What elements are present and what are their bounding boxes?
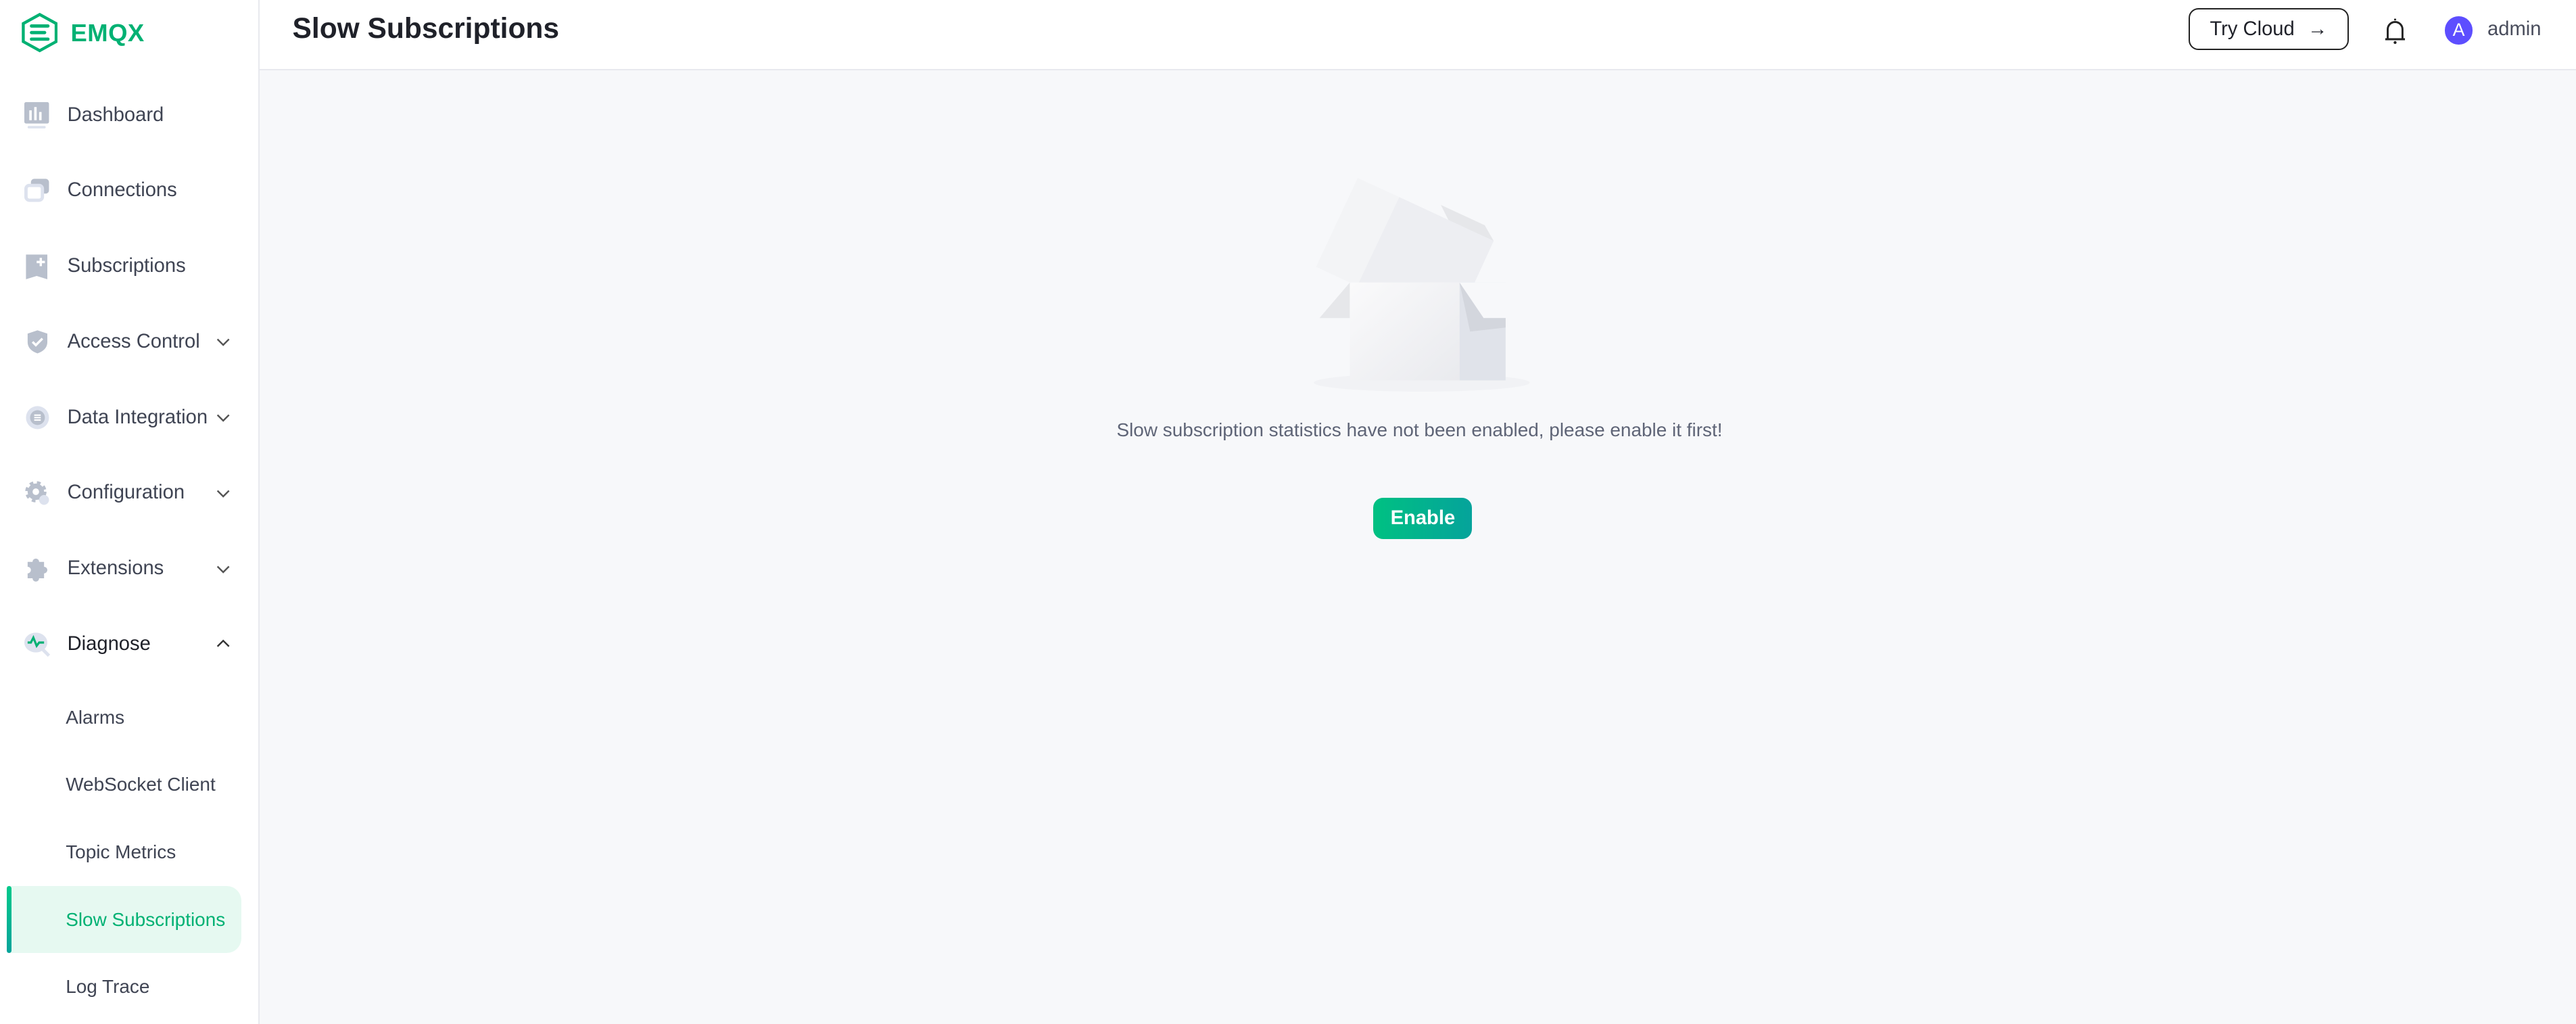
- sidebar-subitem-slow-subscriptions[interactable]: Slow Subscriptions: [6, 885, 242, 954]
- sidebar-item-dashboard[interactable]: Dashboard: [0, 85, 258, 144]
- chevron-down-icon: [217, 414, 230, 422]
- emqx-logo-icon: [21, 13, 57, 53]
- sidebar-item-diagnose[interactable]: Diagnose: [0, 615, 258, 674]
- sidebar-item-subscriptions[interactable]: Subscriptions: [0, 237, 258, 296]
- chevron-down-icon: [217, 338, 230, 346]
- sidebar-subitem-label: Log Trace: [66, 976, 150, 998]
- sidebar-item-label: Extensions: [67, 557, 164, 580]
- diagnose-icon: [24, 632, 51, 657]
- data-integration-icon: [26, 406, 49, 429]
- sidebar-subitem-alarms[interactable]: Alarms: [7, 684, 241, 751]
- sidebar-item-label: Configuration: [67, 482, 185, 504]
- sidebar-item-data-integration[interactable]: Data Integration: [0, 388, 258, 446]
- sidebar-item-extensions[interactable]: Extensions: [0, 539, 258, 598]
- bell-icon[interactable]: [2382, 16, 2408, 46]
- empty-state-message: Slow subscription statistics have not be…: [1116, 419, 1723, 440]
- shield-icon: [28, 330, 48, 354]
- sidebar-item-label: Dashboard: [67, 103, 164, 126]
- sidebar: EMQX Dashboard Connections Subscriptions…: [0, 0, 260, 1024]
- arrow-right-icon: →: [2308, 18, 2328, 40]
- header: Slow Subscriptions Try Cloud → A admin: [259, 0, 2576, 71]
- try-cloud-button[interactable]: Try Cloud →: [2188, 8, 2350, 51]
- username-menu[interactable]: admin: [2487, 18, 2541, 41]
- subscriptions-icon: [26, 254, 48, 280]
- sidebar-item-label: Data Integration: [67, 406, 208, 428]
- logo[interactable]: EMQX: [21, 13, 145, 53]
- enable-button[interactable]: Enable: [1373, 498, 1473, 540]
- sidebar-subitem-log-trace[interactable]: Log Trace: [7, 953, 241, 1021]
- sidebar-subitem-label: Slow Subscriptions: [66, 908, 226, 930]
- chevron-up-icon: [217, 639, 230, 648]
- sidebar-subitem-label: Topic Metrics: [66, 841, 176, 862]
- gear-icon: [25, 480, 49, 505]
- sidebar-item-label: Subscriptions: [67, 255, 186, 277]
- sidebar-item-label: Connections: [67, 179, 177, 202]
- sidebar-subitem-label: Alarms: [66, 706, 125, 728]
- sidebar-item-label: Diagnose: [67, 633, 151, 655]
- sidebar-subitem-topic-metrics[interactable]: Topic Metrics: [7, 818, 241, 886]
- dashboard-icon: [24, 101, 49, 129]
- empty-box-illustration: [1314, 177, 1530, 392]
- try-cloud-label: Try Cloud: [2210, 18, 2295, 40]
- sidebar-subitem-label: WebSocket Client: [66, 774, 216, 795]
- avatar[interactable]: A: [2444, 16, 2473, 45]
- puzzle-icon: [28, 559, 48, 582]
- active-indicator: [6, 885, 11, 954]
- sidebar-item-label: Access Control: [67, 330, 200, 352]
- sidebar-item-connections[interactable]: Connections: [0, 161, 258, 220]
- chevron-down-icon: [217, 490, 230, 498]
- chevron-down-icon: [217, 565, 230, 574]
- sidebar-item-access-control[interactable]: Access Control: [0, 312, 258, 371]
- page-title: Slow Subscriptions: [292, 13, 560, 45]
- connections-icon: [24, 179, 49, 202]
- logo-text: EMQX: [70, 18, 145, 47]
- sidebar-subitem-websocket-client[interactable]: WebSocket Client: [7, 751, 241, 819]
- sidebar-item-configuration[interactable]: Configuration: [0, 463, 258, 522]
